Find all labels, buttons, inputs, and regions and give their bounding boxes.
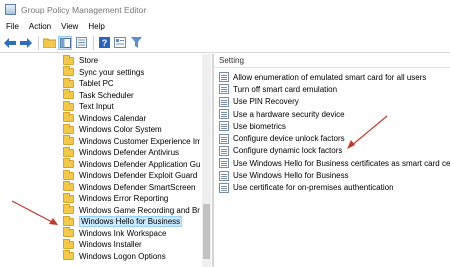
annotation-arrow-setting	[347, 115, 388, 149]
annotation-arrows	[11, 115, 388, 225]
annotation-arrow-tree	[11, 200, 58, 225]
